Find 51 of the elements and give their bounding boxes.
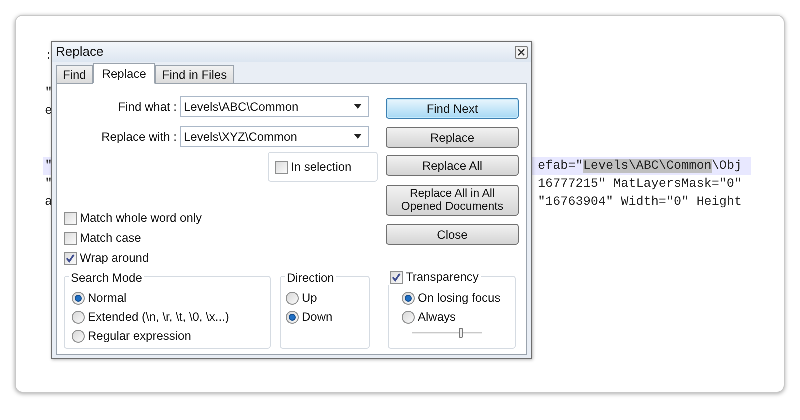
dialog-button[interactable]: Replace <box>386 127 519 148</box>
tab[interactable]: Find <box>56 65 94 83</box>
code-text: : <box>45 48 53 65</box>
dialog-button[interactable]: Close <box>386 224 519 245</box>
radio-button[interactable] <box>286 292 299 304</box>
radio-button[interactable] <box>402 310 415 324</box>
field-label: Replace with : <box>100 128 178 146</box>
checkbox[interactable] <box>64 232 77 244</box>
checkbox[interactable] <box>275 160 288 174</box>
tab[interactable]: Find in Files <box>155 65 234 83</box>
radio-button[interactable] <box>72 330 85 342</box>
code-line: efab="Levels\ABC\Common\Obj <box>538 158 742 175</box>
transparency-slider[interactable] <box>412 328 482 338</box>
radio-button[interactable] <box>402 292 415 304</box>
checkbox[interactable] <box>64 252 77 264</box>
option-label: Match case <box>80 230 142 247</box>
radio-button[interactable] <box>286 310 299 324</box>
dialog-button[interactable]: Find Next <box>386 98 519 119</box>
option-label: Transparency <box>406 269 479 286</box>
dialog-button[interactable]: Replace All <box>386 155 519 176</box>
code-text: " <box>45 158 53 175</box>
option-label: Always <box>418 309 456 326</box>
option-label: Wrap around <box>80 250 150 267</box>
field-label: Find what : <box>117 98 178 116</box>
close-button[interactable] <box>515 46 528 58</box>
dropdown-arrow-icon <box>354 104 362 109</box>
option-label: On losing focus <box>418 290 501 307</box>
option-label: Up <box>302 290 318 307</box>
tab[interactable]: Replace <box>93 63 156 84</box>
dialog-button[interactable]: Replace All in All Opened Documents <box>386 185 519 216</box>
option-label: Extended (\n, \r, \t, \0, \x...) <box>88 309 230 326</box>
checkbox[interactable] <box>64 212 77 224</box>
radio-button[interactable] <box>72 310 85 324</box>
window-title: Replace <box>56 43 104 62</box>
option-label: Match whole word only <box>80 210 202 227</box>
option-label: Regular expression <box>88 328 192 345</box>
combo-box[interactable]: Levels\ABC\Common <box>180 96 369 117</box>
checkbox[interactable] <box>390 270 403 284</box>
code-text: a <box>45 194 53 212</box>
code-line: 16777215" MatLayersMask="0" <box>538 176 742 194</box>
option-label: Normal <box>88 290 127 307</box>
slider-thumb[interactable] <box>459 328 463 338</box>
dropdown-arrow-icon <box>354 134 362 139</box>
close-icon <box>518 48 525 56</box>
radio-button[interactable] <box>72 292 85 304</box>
code-text: " <box>45 84 53 102</box>
code-text: " <box>45 176 53 194</box>
code-line: "16763904" Width="0" Height <box>538 194 742 212</box>
option-label: In selection <box>291 159 352 176</box>
combo-box[interactable]: Levels\XYZ\Common <box>180 126 369 147</box>
option-label: Down <box>302 309 333 326</box>
